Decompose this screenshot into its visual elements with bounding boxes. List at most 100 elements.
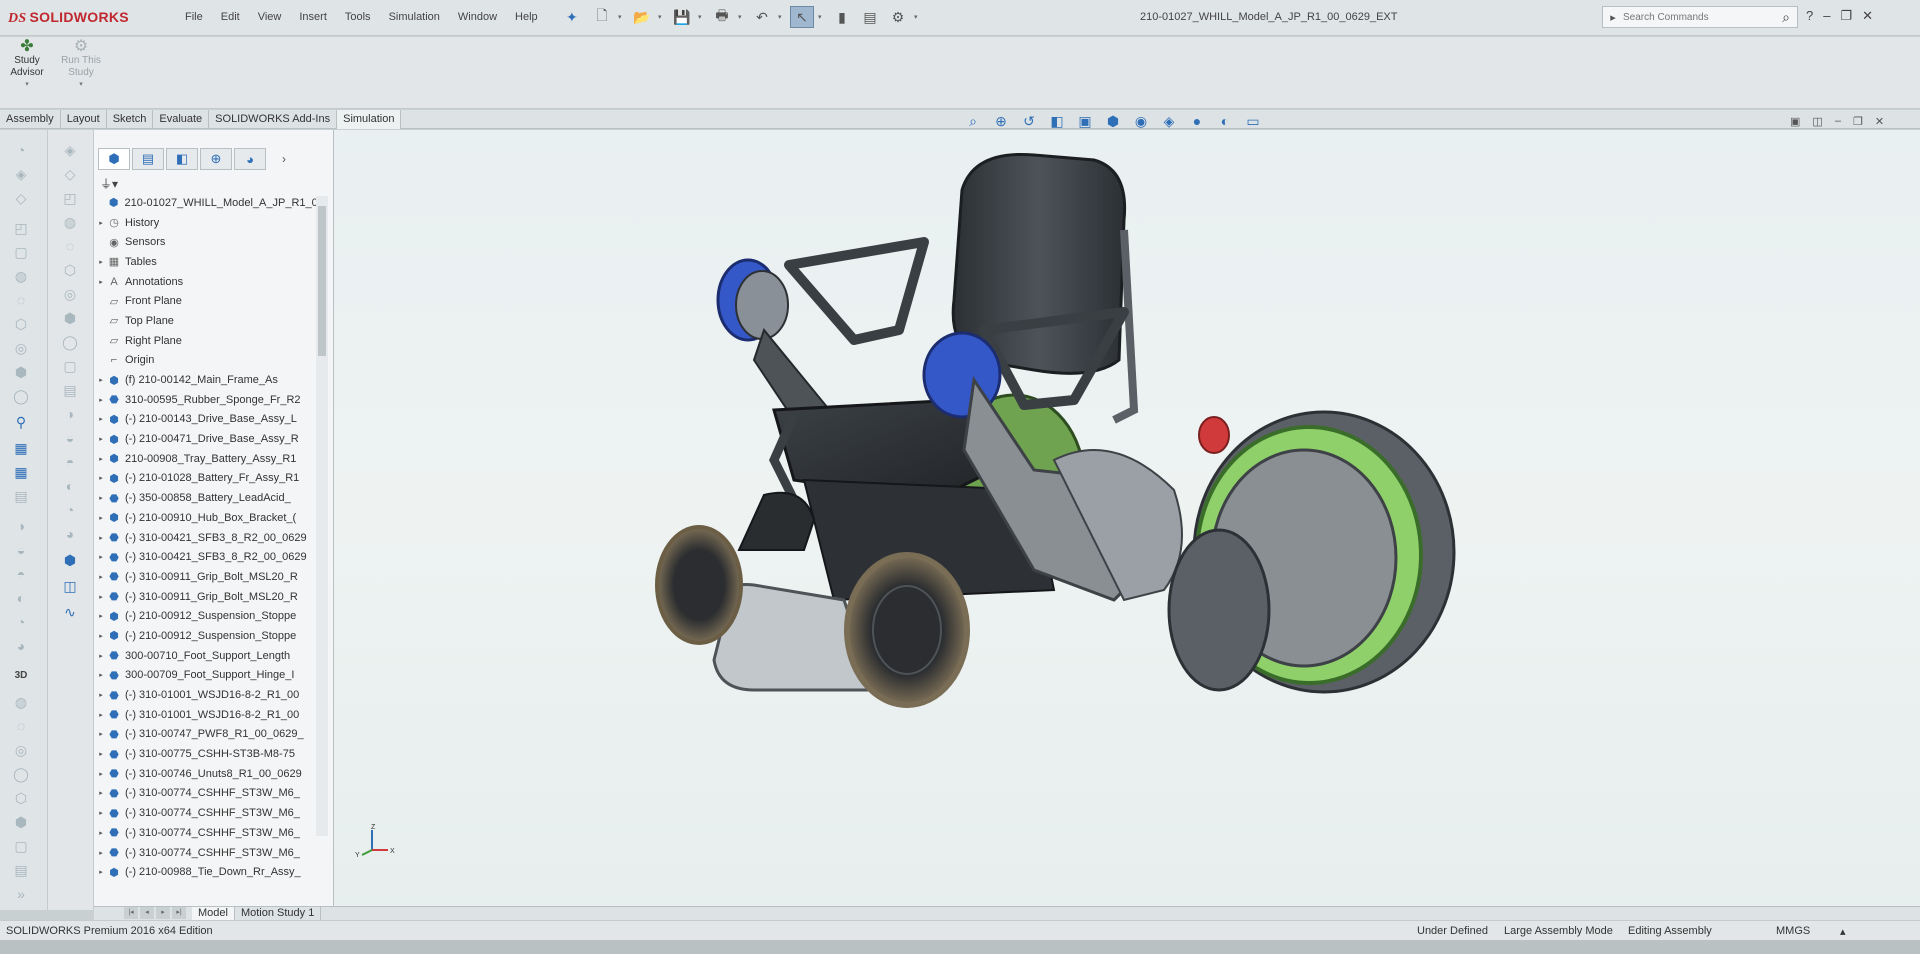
open-dropdown-icon[interactable]: ▾ bbox=[658, 13, 666, 21]
tree-item[interactable]: ▸ ⬢ (-) 210-00910_Hub_Box_Bracket_( bbox=[94, 508, 320, 528]
expand-icon[interactable]: ▸ bbox=[96, 376, 106, 384]
tool-icon[interactable]: ◑ bbox=[10, 518, 32, 534]
expand-icon[interactable]: ▸ bbox=[96, 258, 106, 266]
tool-icon[interactable]: ◯ bbox=[10, 766, 32, 783]
expand-icon[interactable]: ▸ bbox=[96, 219, 106, 227]
expand-icon[interactable]: ▸ bbox=[96, 711, 106, 719]
restore-icon[interactable]: ❐ bbox=[1840, 8, 1852, 24]
options-dropdown-icon[interactable]: ▾ bbox=[914, 13, 922, 21]
tree-item[interactable]: ▸ ⬢ (-) 210-00988_Tie_Down_Rr_Assy_ bbox=[94, 862, 320, 882]
expand-icon[interactable]: ▸ bbox=[96, 691, 106, 699]
tree-item[interactable]: ▸ ⬣ (-) 310-00775_CSHH-ST3B-M8-75 bbox=[94, 744, 320, 764]
doc-restore-icon[interactable]: ❐ bbox=[1853, 115, 1863, 128]
expand-icon[interactable]: ▸ bbox=[96, 494, 106, 502]
tree-item[interactable]: ▸ ⬣ (-) 350-00858_Battery_LeadAcid_ bbox=[94, 488, 320, 508]
tree-item[interactable]: ▸ ⬢ (f) 210-00142_Main_Frame_As bbox=[94, 370, 320, 390]
expand-icon[interactable]: ▸ bbox=[96, 553, 106, 561]
tool-icon[interactable]: ◰ bbox=[56, 190, 84, 207]
menu-tools[interactable]: Tools bbox=[336, 11, 380, 23]
open-icon[interactable]: 📂 bbox=[630, 6, 654, 28]
chevron-right-icon[interactable]: › bbox=[282, 148, 286, 172]
feature-tree-scrollbar[interactable] bbox=[316, 196, 328, 836]
tool-icon[interactable]: ▢ bbox=[56, 358, 84, 375]
tree-item[interactable]: ▸ ⬢ (-) 210-00143_Drive_Base_Assy_L bbox=[94, 410, 320, 430]
options-gear-icon[interactable]: ⚙ bbox=[886, 6, 910, 28]
previous-view-icon[interactable]: ↺ bbox=[1018, 113, 1040, 130]
tool-icon[interactable]: ◓ bbox=[10, 566, 32, 582]
tool-icon[interactable]: ◒ bbox=[56, 430, 84, 446]
tool-icon[interactable]: ◈ bbox=[56, 142, 84, 159]
print-dropdown-icon[interactable]: ▾ bbox=[738, 13, 746, 21]
tree-item[interactable]: ▸ ⬣ (-) 310-00747_PWF8_R1_00_0629_ bbox=[94, 725, 320, 745]
tree-item[interactable]: ▸ ⬢ (-) 210-00912_Suspension_Stoppe bbox=[94, 606, 320, 626]
tree-item[interactable]: ▸ ⬣ (-) 310-00911_Grip_Bolt_MSL20_R bbox=[94, 587, 320, 607]
zoom-to-area-icon[interactable]: ⊕ bbox=[990, 113, 1012, 130]
solidworks-logo[interactable]: DS SOLIDWORKS bbox=[8, 9, 129, 27]
tree-item[interactable]: ▸ ⬣ (-) 310-00774_CSHHF_ST3W_M6_ bbox=[94, 843, 320, 863]
next-tab-icon[interactable]: ▸ bbox=[156, 907, 170, 919]
expand-strip-icon[interactable]: » bbox=[10, 886, 32, 902]
component-icon[interactable]: ⬢ bbox=[56, 552, 84, 569]
wheelchair-model[interactable] bbox=[334, 130, 1920, 906]
tool-icon[interactable]: ◇ bbox=[56, 166, 84, 183]
tree-item[interactable]: ▸ ⬣ 310-00595_Rubber_Sponge_Fr_R2 bbox=[94, 390, 320, 410]
results-icon[interactable]: ▦ bbox=[10, 440, 32, 457]
tool-icon[interactable]: ◌ bbox=[10, 718, 32, 734]
search-commands-box[interactable]: ▸ Search Commands ⌕ bbox=[1602, 6, 1798, 28]
tree-item[interactable]: ▸ A Annotations bbox=[94, 272, 320, 292]
probe-icon[interactable]: ⚲ bbox=[10, 414, 32, 431]
tree-item[interactable]: ▸ ◷ History bbox=[94, 213, 320, 233]
menu-edit[interactable]: Edit bbox=[212, 11, 249, 23]
view-orientation-icon[interactable]: ⬢ bbox=[1102, 113, 1124, 130]
tool-icon[interactable]: ◎ bbox=[10, 742, 32, 759]
tree-item[interactable]: ▸ ⬣ (-) 310-00746_Unuts8_R1_00_0629 bbox=[94, 764, 320, 784]
undo-dropdown-icon[interactable]: ▾ bbox=[778, 13, 786, 21]
tile-icon[interactable]: ▣ bbox=[1790, 115, 1800, 128]
tree-item[interactable]: ▱ Right Plane bbox=[94, 331, 320, 351]
tree-item[interactable]: ▱ Front Plane bbox=[94, 291, 320, 311]
tree-item[interactable]: ▸ ⬢ (-) 210-00471_Drive_Base_Assy_R bbox=[94, 429, 320, 449]
tab-addins[interactable]: SOLIDWORKS Add-Ins bbox=[209, 110, 338, 129]
expand-icon[interactable]: ▸ bbox=[96, 770, 106, 778]
tab-layout[interactable]: Layout bbox=[61, 110, 107, 129]
run-study-button[interactable]: ⚙ Run This Study ▾ bbox=[56, 39, 106, 91]
tool-icon[interactable]: ▤ bbox=[10, 488, 32, 505]
scene-icon[interactable]: ◐ bbox=[1214, 113, 1236, 130]
tool-icon[interactable]: ▢ bbox=[10, 838, 32, 855]
doc-close-icon[interactable]: ✕ bbox=[1875, 115, 1884, 128]
tab-simulation[interactable]: Simulation bbox=[337, 110, 402, 129]
tool-icon[interactable]: ◑ bbox=[56, 406, 84, 422]
menu-view[interactable]: View bbox=[249, 11, 291, 23]
section-view-icon[interactable]: ◧ bbox=[1046, 113, 1068, 130]
last-tab-icon[interactable]: ▸| bbox=[172, 907, 186, 919]
tool-icon[interactable]: ◔ bbox=[56, 502, 84, 518]
tree-item[interactable]: ▸ ⬣ 300-00709_Foot_Support_Hinge_I bbox=[94, 666, 320, 686]
configuration-tab-icon[interactable]: ◧ bbox=[166, 148, 198, 170]
tool-icon[interactable]: ◌ bbox=[10, 292, 32, 308]
tree-item[interactable]: ▸ ⬣ (-) 310-00421_SFB3_8_R2_00_0629 bbox=[94, 547, 320, 567]
tool-icon[interactable]: ◌ bbox=[56, 238, 84, 254]
tool-icon[interactable]: ▤ bbox=[10, 862, 32, 879]
expand-icon[interactable]: ▸ bbox=[96, 868, 106, 876]
tool-icon[interactable]: ◇ bbox=[10, 190, 32, 207]
tree-item[interactable]: ▸ ⬣ (-) 310-00911_Grip_Bolt_MSL20_R bbox=[94, 567, 320, 587]
expand-icon[interactable]: ▸ bbox=[96, 809, 106, 817]
prev-tab-icon[interactable]: ◂ bbox=[140, 907, 154, 919]
tool-icon[interactable]: ◔ bbox=[10, 142, 32, 158]
tree-item[interactable]: ⌐ Origin bbox=[94, 351, 320, 371]
split-icon[interactable]: ◫ bbox=[1812, 115, 1822, 128]
display-manager-tab-icon[interactable]: ◕ bbox=[234, 148, 266, 170]
tree-item[interactable]: ▸ ⬣ (-) 310-01001_WSJD16-8-2_R1_00 bbox=[94, 685, 320, 705]
tool-icon[interactable]: ◰ bbox=[10, 220, 32, 237]
dynamic-annotation-icon[interactable]: ▣ bbox=[1074, 113, 1096, 130]
tool-icon[interactable]: ◎ bbox=[56, 286, 84, 303]
tab-evaluate[interactable]: Evaluate bbox=[153, 110, 210, 129]
tool-icon[interactable]: ◕ bbox=[10, 638, 32, 654]
minimize-icon[interactable]: – bbox=[1823, 8, 1830, 24]
doc-minimize-icon[interactable]: – bbox=[1835, 115, 1841, 128]
expand-icon[interactable]: ▸ bbox=[96, 829, 106, 837]
tree-item[interactable]: ▸ ⬢ (-) 210-00912_Suspension_Stoppe bbox=[94, 626, 320, 646]
menu-insert[interactable]: Insert bbox=[290, 11, 336, 23]
appearance-icon[interactable]: ● bbox=[1186, 113, 1208, 130]
search-type-icon[interactable]: ▸ bbox=[1603, 11, 1623, 24]
